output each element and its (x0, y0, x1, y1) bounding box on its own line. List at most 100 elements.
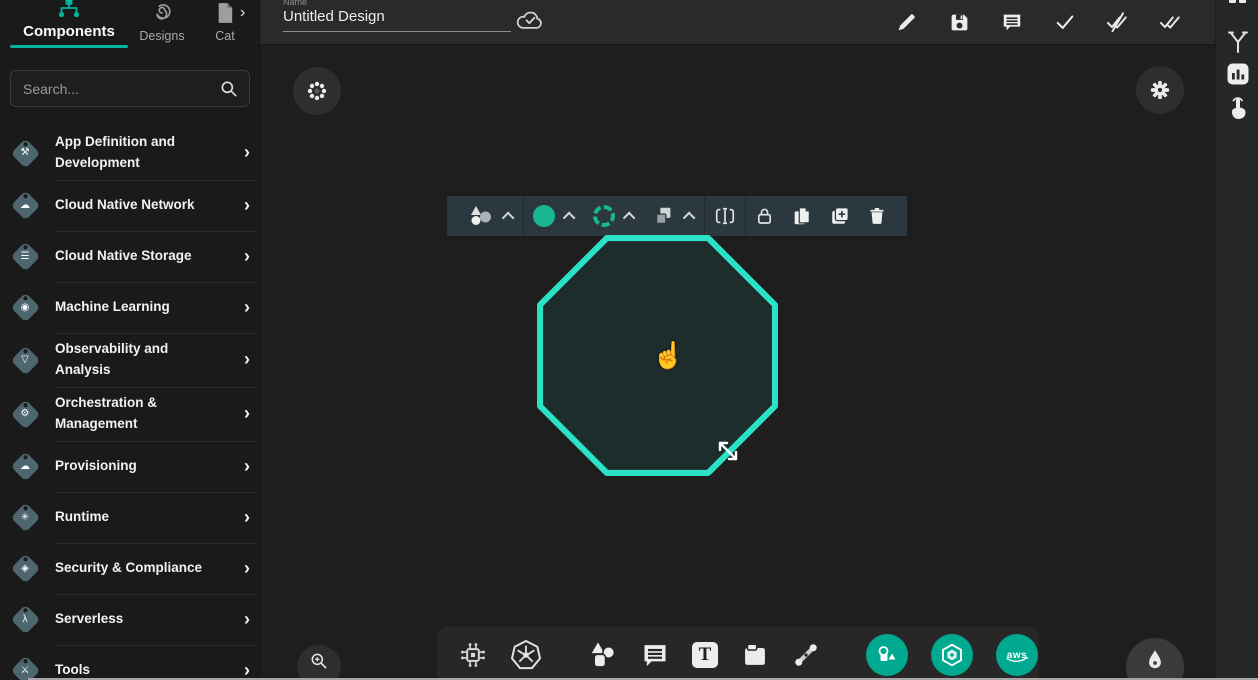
validate-check-button[interactable] (1053, 5, 1077, 39)
aws-logo-icon: aws (1004, 645, 1030, 665)
fill-color-button[interactable] (524, 205, 584, 227)
category-serverless[interactable]: λ Serverless › (0, 594, 260, 645)
kanvas-app: Name (0, 0, 1258, 680)
sidebar-tabs: Components Designs Cat › (0, 0, 259, 58)
category-orchestration[interactable]: ⚙ Orchestration & Management › (0, 387, 260, 441)
aws-palette-button[interactable]: aws (996, 634, 1038, 676)
chevron-right-icon: › (244, 297, 250, 318)
cloud-sync-check-icon (516, 8, 545, 31)
category-list: ⚒ App Definition and Development › ☁ Clo… (0, 126, 260, 680)
zoom-in-button[interactable] (297, 645, 341, 680)
chevron-up-icon (623, 211, 636, 224)
category-security-compliance[interactable]: ◈ Security & Compliance › (0, 543, 260, 594)
design-name-input[interactable] (283, 8, 511, 32)
design-name-label: Name (283, 0, 307, 7)
gear-icon (1149, 79, 1171, 101)
tag-icon: ⚔ (8, 653, 42, 680)
hexagon-palette-button[interactable] (931, 634, 973, 676)
delete-button[interactable] (859, 196, 895, 236)
tag-icon: ☁ (8, 449, 42, 483)
kubernetes-wheel-icon (510, 639, 542, 671)
components-network-icon (56, 0, 82, 18)
text-tool-glyph: T (692, 642, 718, 668)
hexagon-palette-icon (939, 642, 965, 668)
search-input[interactable] (23, 81, 219, 97)
add-to-button[interactable] (821, 196, 859, 236)
rename-text-cursor-icon (713, 205, 737, 227)
edge-link-tool[interactable] (792, 641, 820, 669)
resize-handle-arrow-icon[interactable] (714, 437, 742, 465)
category-provisioning[interactable]: ☁ Provisioning › (0, 441, 260, 492)
note-icon (741, 641, 769, 669)
deploy-double-check-button[interactable] (1159, 5, 1183, 39)
active-tab-underline (10, 45, 128, 48)
flower-dots-icon (307, 81, 327, 101)
zoom-in-magnifier-icon (309, 651, 329, 671)
category-observability[interactable]: ▽ Observability and Analysis › (0, 333, 260, 387)
note-tool[interactable] (741, 641, 769, 669)
tab-catalog[interactable]: Cat (208, 2, 242, 43)
component-chip-tool[interactable] (459, 641, 487, 669)
stroke-style-button[interactable] (584, 205, 644, 227)
touch-gesture-icon[interactable] (1216, 94, 1258, 122)
shapes-icon (468, 204, 494, 228)
lock-icon (754, 205, 775, 227)
chevron-right-icon: › (244, 609, 250, 630)
tab-components-label: Components (10, 23, 128, 40)
add-square-icon (829, 205, 851, 227)
rename-button[interactable] (705, 196, 745, 236)
arrange-layers-button[interactable] (644, 205, 704, 227)
catalog-file-icon (216, 2, 234, 24)
canvas-settings-button[interactable] (1136, 66, 1184, 114)
shapes-palette-button[interactable] (866, 634, 908, 676)
tag-icon: ◉ (8, 290, 42, 324)
tag-icon: ⚙ (8, 397, 42, 431)
pen-button[interactable] (1126, 638, 1184, 680)
components-sidebar: Components Designs Cat › (0, 0, 260, 680)
tab-designs[interactable]: Designs (134, 2, 190, 43)
edit-pencil-button[interactable] (894, 5, 918, 39)
category-cloud-native-storage[interactable]: ☰ Cloud Native Storage › (0, 231, 260, 282)
category-machine-learning[interactable]: ◉ Machine Learning › (0, 282, 260, 333)
duplicate-button[interactable] (783, 196, 821, 236)
chevron-right-icon: › (244, 195, 250, 216)
dashed-stroke-swatch (593, 205, 615, 227)
tab-catalog-label: Cat (208, 29, 242, 43)
tag-icon: λ (8, 602, 42, 636)
lock-button[interactable] (746, 196, 783, 236)
chevron-right-icon: › (244, 660, 250, 680)
chevron-right-icon: › (244, 558, 250, 579)
category-app-definition[interactable]: ⚒ App Definition and Development › (0, 126, 260, 180)
tag-icon: ◈ (8, 551, 42, 585)
tabs-scroll-right-chevron-icon[interactable]: › (240, 4, 245, 22)
tab-designs-label: Designs (134, 29, 190, 43)
tab-components[interactable]: Components (10, 0, 128, 40)
designs-rose-icon (151, 2, 173, 24)
kubernetes-tool[interactable] (510, 639, 542, 671)
spinner-flower-button[interactable] (293, 67, 341, 115)
comment-tool[interactable] (641, 641, 669, 669)
category-cloud-native-network[interactable]: ☁ Cloud Native Network › (0, 180, 260, 231)
category-tools[interactable]: ⚔ Tools › (0, 645, 260, 680)
pen-nib-icon (1142, 648, 1168, 678)
tag-icon: ☁ (8, 188, 42, 222)
chevron-right-icon: › (244, 403, 250, 424)
hand-cursor-icon: ☝ (652, 340, 684, 371)
search-icon[interactable] (219, 79, 239, 99)
comments-button[interactable] (1000, 5, 1024, 39)
text-tool[interactable]: T (692, 642, 718, 668)
undeploy-crossed-double-check-button[interactable] (1106, 5, 1130, 39)
category-runtime[interactable]: ✳ Runtime › (0, 492, 260, 543)
tag-icon: ▽ (8, 343, 42, 377)
save-button[interactable] (947, 5, 971, 39)
chevron-right-icon: › (244, 349, 250, 370)
flask-y-icon[interactable] (1216, 30, 1258, 56)
panel-grid-icon[interactable] (1216, 0, 1258, 7)
chevron-right-icon: › (244, 456, 250, 477)
analytics-chart-icon[interactable] (1216, 62, 1258, 86)
header-actions (894, 5, 1183, 39)
shapes-tool[interactable] (588, 640, 618, 670)
chevron-up-icon (502, 211, 515, 224)
shape-picker-button[interactable] (459, 204, 523, 228)
tag-icon: ⚒ (8, 136, 42, 170)
